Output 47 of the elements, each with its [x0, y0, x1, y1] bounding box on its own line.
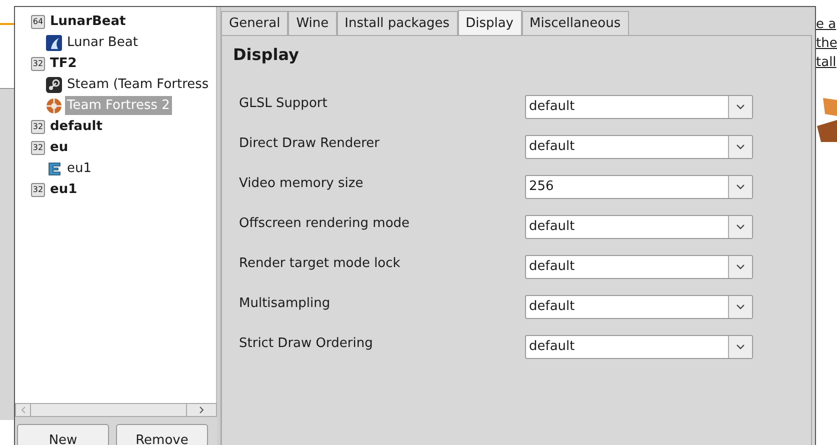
prefix-arch-icon: 32	[31, 140, 45, 154]
chevron-down-icon	[736, 104, 745, 110]
moon-app-icon	[46, 34, 62, 50]
chevron-down-icon	[736, 184, 745, 190]
chevron-down-icon	[736, 144, 745, 150]
setting-label: GLSL Support	[238, 95, 328, 114]
app-item[interactable]: Steam (Team Fortress	[65, 74, 211, 94]
letter-e-app-icon	[46, 160, 62, 176]
chevron-down-icon	[736, 304, 745, 310]
prefix-item[interactable]: 32 default	[15, 116, 216, 137]
setting-label: Offscreen rendering mode	[238, 215, 411, 234]
chevron-down-icon	[736, 224, 745, 230]
setting-dropdown[interactable]: default	[525, 215, 753, 239]
setting-dropdown[interactable]: default	[525, 135, 753, 159]
setting-dropdown[interactable]: 256	[525, 175, 753, 199]
prefix-arch-icon: 64	[31, 14, 45, 28]
setting-label: Video memory size	[238, 175, 364, 194]
setting-dropdown[interactable]: default	[525, 255, 753, 279]
prefix-button[interactable]: Remove	[116, 424, 208, 445]
tab[interactable]: Display	[458, 10, 522, 36]
horizontal-scrollbar[interactable]	[15, 403, 217, 417]
app-item[interactable]: eu1	[65, 158, 94, 178]
life-ring-app-icon	[46, 98, 62, 114]
setting-label: Strict Draw Ordering	[238, 335, 374, 354]
chevron-down-icon	[736, 344, 745, 350]
setting-label: Direct Draw Renderer	[238, 135, 380, 154]
steam-app-icon	[46, 76, 62, 92]
setting-label: Multisampling	[238, 295, 332, 314]
app-item[interactable]: Lunar Beat	[65, 32, 140, 52]
tab[interactable]: Install packages	[336, 11, 458, 35]
setting-dropdown[interactable]: default	[525, 95, 753, 119]
setting-dropdown[interactable]: default	[525, 335, 753, 359]
setting-label: Render target mode lock	[238, 255, 402, 274]
setting-dropdown[interactable]: default	[525, 295, 753, 319]
prefix-arch-icon: 32	[31, 120, 45, 134]
prefix-arch-icon: 32	[31, 56, 45, 70]
prefix-arch-icon: 32	[31, 182, 45, 196]
chevron-down-icon	[736, 264, 745, 270]
tab[interactable]: Wine	[288, 11, 337, 35]
prefix-item[interactable]: 64 LunarBeat	[15, 11, 216, 32]
tab[interactable]: Miscellaneous	[522, 11, 629, 35]
section-title: Display	[233, 44, 300, 66]
prefix-item[interactable]: 32 eu1	[15, 179, 216, 200]
prefix-item[interactable]: 32 TF2	[15, 53, 216, 74]
prefix-button[interactable]: New	[17, 424, 109, 445]
prefix-item[interactable]: 32 eu	[15, 137, 216, 158]
tab[interactable]: General	[221, 11, 288, 35]
